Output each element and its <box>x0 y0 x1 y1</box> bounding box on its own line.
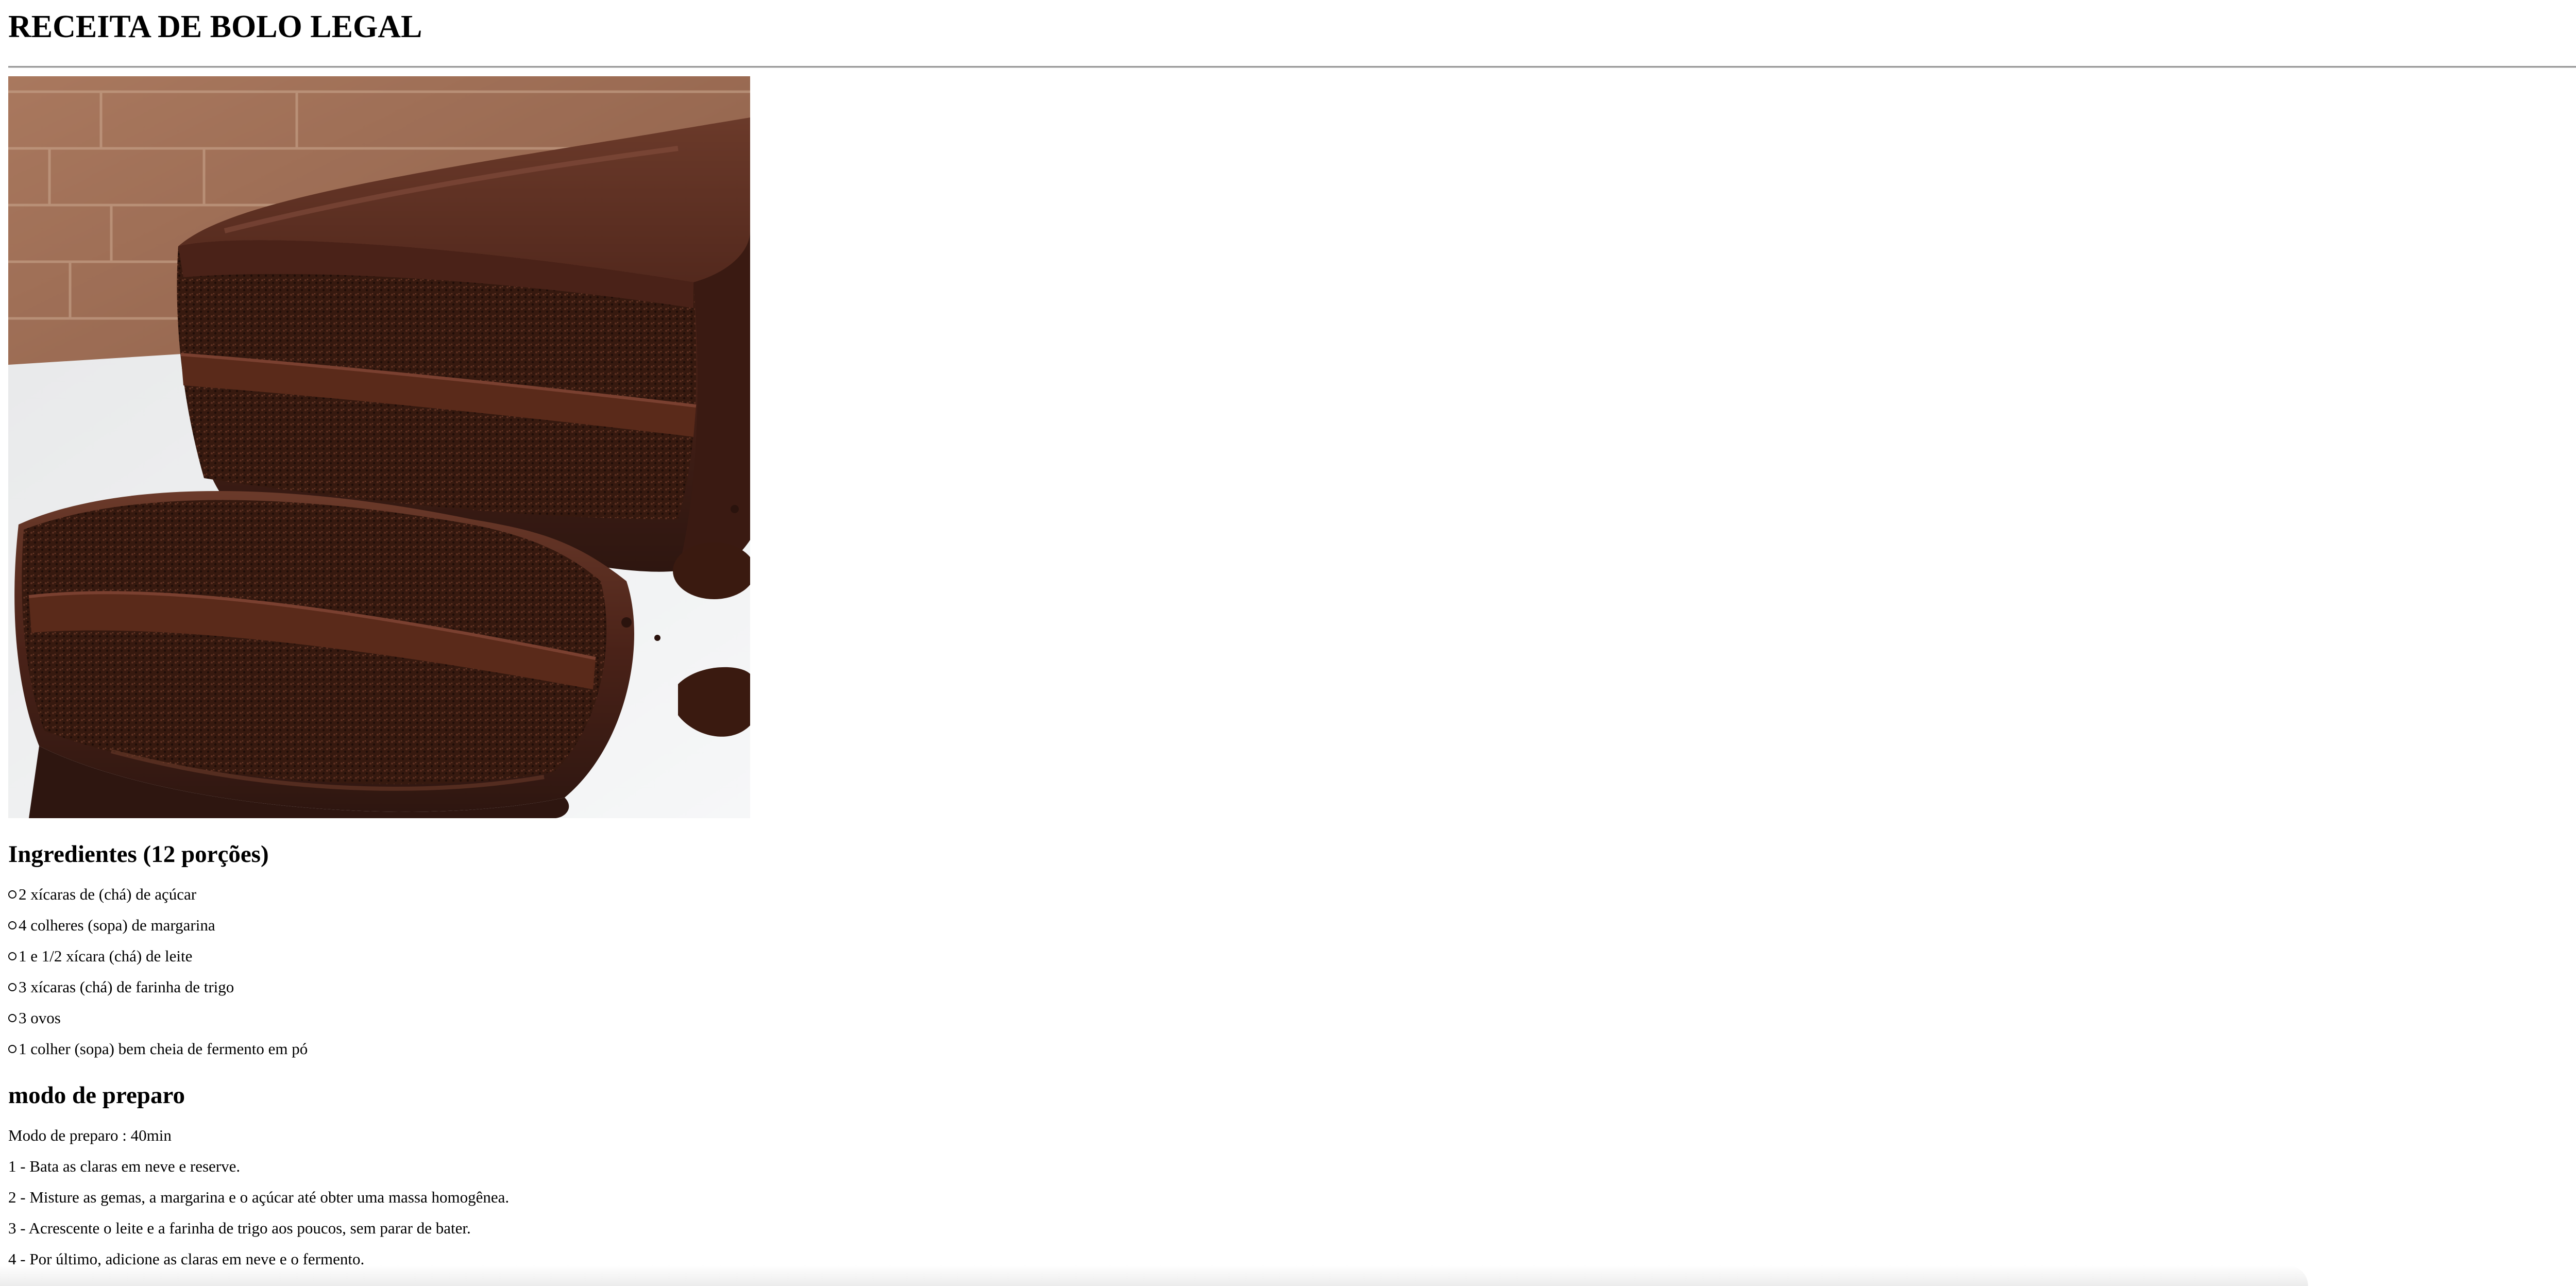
preparation-time: Modo de preparo : 40min <box>8 1126 172 1144</box>
page-title: RECEITA DE BOLO LEGAL <box>8 9 422 44</box>
chocolate-cake-photo <box>8 76 750 818</box>
bullet-icon <box>8 1044 16 1053</box>
list-item: 1 e 1/2 xícara (chá) de leite <box>8 947 2576 966</box>
bullet-icon <box>8 890 16 899</box>
bullet-icon <box>8 983 16 991</box>
bullet-icon <box>8 921 16 929</box>
title-divider <box>8 66 2576 68</box>
ingredient-text: 2 xícaras de (chá) de açúcar <box>19 885 197 903</box>
bottom-shadow <box>0 1265 2308 1286</box>
list-item: 2 xícaras de (chá) de açúcar <box>8 885 2576 904</box>
ingredient-text: 4 colheres (sopa) de margarina <box>19 916 215 934</box>
ingredients-title: Ingredientes (12 porções) <box>8 841 269 868</box>
ingredient-text: 1 colher (sopa) bem cheia de fermento em… <box>19 1040 308 1058</box>
bullet-icon <box>8 1013 16 1022</box>
ingredient-text: 1 e 1/2 xícara (chá) de leite <box>19 947 193 965</box>
preparation-title: modo de preparo <box>8 1082 185 1109</box>
list-item: 3 xícaras (chá) de farinha de trigo <box>8 978 2576 996</box>
recipe-page: RECEITA DE BOLO LEGAL Ingredientes (12 p… <box>0 0 2576 1286</box>
list-item: 3 ovos <box>8 1009 2576 1027</box>
list-item: 1 colher (sopa) bem cheia de fermento em… <box>8 1040 2576 1058</box>
step-item: 2 - Misture as gemas, a margarina e o aç… <box>8 1188 510 1206</box>
ingredients-list: 2 xícaras de (chá) de açúcar 4 colheres … <box>8 885 2576 1058</box>
step-item: 3 - Acrescente o leite e a farinha de tr… <box>8 1219 471 1237</box>
cake-illustration <box>8 76 750 818</box>
ingredient-text: 3 ovos <box>19 1009 61 1027</box>
step-item: 4 - Por último, adicione as claras em ne… <box>8 1250 365 1268</box>
bullet-icon <box>8 952 16 960</box>
step-item: 1 - Bata as claras em neve e reserve. <box>8 1157 241 1175</box>
preparation-steps: Modo de preparo : 40min 1 - Bata as clar… <box>8 1126 2576 1268</box>
list-item: 4 colheres (sopa) de margarina <box>8 916 2576 935</box>
ingredient-text: 3 xícaras (chá) de farinha de trigo <box>19 978 234 996</box>
